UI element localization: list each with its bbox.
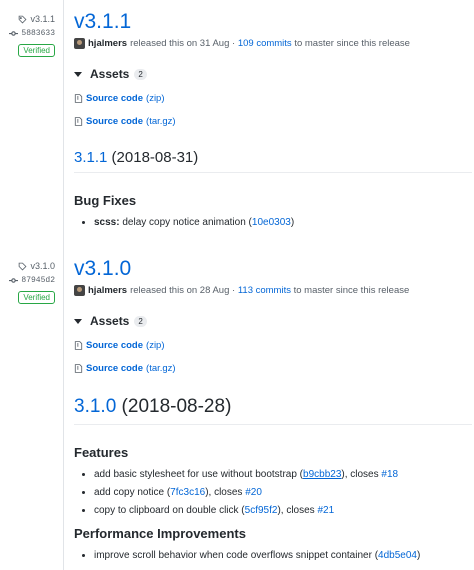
release-title[interactable]: v3.1.1 (74, 10, 472, 34)
released-text: released this on 28 Aug · (130, 285, 236, 296)
scope-label: scss: (94, 217, 120, 228)
asset-targz[interactable]: Source code (tar.gz) (74, 363, 472, 374)
zip-file-icon (74, 364, 83, 373)
version-link[interactable]: 3.1.0 (74, 396, 116, 417)
asset-label: Source code (86, 340, 144, 351)
assets-count: 2 (134, 68, 147, 80)
version-heading: 3.1.0 (2018-08-28) (74, 396, 472, 425)
list-item: add basic stylesheet for use without boo… (94, 469, 472, 480)
change-list: add basic stylesheet for use without boo… (74, 469, 472, 516)
asset-targz[interactable]: Source code (tar.gz) (74, 116, 472, 127)
tag-label: v3.1.1 (30, 14, 55, 24)
tag-row[interactable]: v3.1.1 (0, 12, 55, 26)
commit-icon (9, 277, 19, 283)
change-text: add basic stylesheet for use without boo… (94, 469, 304, 480)
commit-hash-link[interactable]: 5cf95f2 (245, 505, 278, 516)
release-meta-sidebar: v3.1.0 87945d2 Verified (0, 259, 63, 305)
list-item: scss: delay copy notice animation (10e03… (94, 217, 472, 228)
commit-hash-link[interactable]: 7fc3c16 (170, 487, 205, 498)
tag-label: v3.1.0 (30, 261, 55, 271)
commits-suffix: to master since this release (293, 285, 410, 296)
release-byline: hjalmers released this on 31 Aug · 109 c… (74, 38, 472, 49)
zip-file-icon (74, 341, 83, 350)
asset-type: (zip) (146, 340, 165, 351)
tag-row[interactable]: v3.1.0 (0, 259, 55, 273)
change-text: copy to clipboard on double click ( (94, 505, 245, 516)
change-mid: ), closes (205, 487, 246, 498)
asset-type: (zip) (146, 93, 165, 104)
avatar[interactable] (74, 285, 85, 296)
asset-label: Source code (86, 93, 144, 104)
change-tail: ) (290, 217, 295, 228)
commit-hash-link[interactable]: b9cbb23 (303, 469, 341, 480)
commit-icon (9, 30, 19, 36)
commits-suffix: to master since this release (294, 38, 410, 49)
tag-icon (19, 15, 27, 23)
section-heading: Features (74, 445, 129, 460)
release-v3-1-0: v3.1.0 hjalmers released this on 28 Aug … (74, 257, 472, 568)
version-date: (2018-08-31) (111, 149, 199, 166)
change-text: improve scroll behavior when code overfl… (94, 550, 379, 561)
version-date: (2018-08-28) (121, 396, 232, 417)
avatar[interactable] (74, 38, 85, 49)
assets-toggle[interactable]: Assets 2 (74, 314, 472, 328)
asset-zip[interactable]: Source code (zip) (74, 340, 472, 351)
version-heading: 3.1.1 (2018-08-31) (74, 149, 472, 173)
caret-down-icon (74, 71, 82, 77)
change-text: delay copy notice animation ( (122, 217, 252, 228)
assets-label: Assets (90, 67, 130, 81)
assets-label: Assets (90, 314, 130, 328)
change-tail: ) (416, 550, 421, 561)
change-text: add copy notice ( (94, 487, 171, 498)
release-v3-1-1: v3.1.1 hjalmers released this on 31 Aug … (74, 10, 472, 235)
commit-sha: 87945d2 (21, 275, 55, 285)
release-byline: hjalmers released this on 28 Aug · 113 c… (74, 285, 472, 296)
issue-link[interactable]: #18 (381, 469, 398, 480)
list-item: add copy notice (7fc3c16), closes #20 (94, 487, 472, 498)
section-heading: Performance Improvements (74, 526, 246, 541)
release-meta-sidebar: v3.1.1 5883633 Verified (0, 12, 63, 58)
verified-badge[interactable]: Verified (18, 44, 55, 57)
asset-type: (tar.gz) (146, 116, 176, 127)
commit-sha: 5883633 (21, 28, 55, 38)
change-list: improve scroll behavior when code overfl… (74, 550, 472, 561)
commits-link[interactable]: 109 commits (238, 38, 292, 49)
asset-type: (tar.gz) (146, 363, 176, 374)
caret-down-icon (74, 318, 82, 324)
section-heading: Bug Fixes (74, 193, 137, 208)
issue-link[interactable]: #20 (245, 487, 262, 498)
assets-toggle[interactable]: Assets 2 (74, 67, 472, 81)
released-text: released this on 31 Aug · (130, 38, 236, 49)
list-item: copy to clipboard on double click (5cf95… (94, 505, 472, 516)
zip-file-icon (74, 117, 83, 126)
verified-badge[interactable]: Verified (18, 291, 55, 304)
list-item: improve scroll behavior when code overfl… (94, 550, 472, 561)
commit-hash-link[interactable]: 10e0303 (252, 217, 291, 228)
commit-row[interactable]: 87945d2 (0, 273, 55, 287)
assets-count: 2 (134, 315, 147, 327)
change-mid: ), closes (277, 505, 318, 516)
asset-label: Source code (86, 363, 144, 374)
commits-link[interactable]: 113 commits (238, 285, 291, 296)
commit-row[interactable]: 5883633 (0, 26, 55, 40)
author-link[interactable]: hjalmers (88, 285, 127, 296)
zip-file-icon (74, 94, 83, 103)
version-link[interactable]: 3.1.1 (74, 149, 107, 166)
timeline-rail (63, 0, 64, 570)
change-mid: ), closes (341, 469, 382, 480)
commit-hash-link[interactable]: 4db5e04 (378, 550, 417, 561)
issue-link[interactable]: #21 (317, 505, 334, 516)
tag-icon (19, 262, 27, 270)
author-link[interactable]: hjalmers (88, 38, 127, 49)
release-title[interactable]: v3.1.0 (74, 257, 472, 281)
change-list: scss: delay copy notice animation (10e03… (74, 217, 472, 228)
asset-zip[interactable]: Source code (zip) (74, 93, 472, 104)
asset-label: Source code (86, 116, 144, 127)
